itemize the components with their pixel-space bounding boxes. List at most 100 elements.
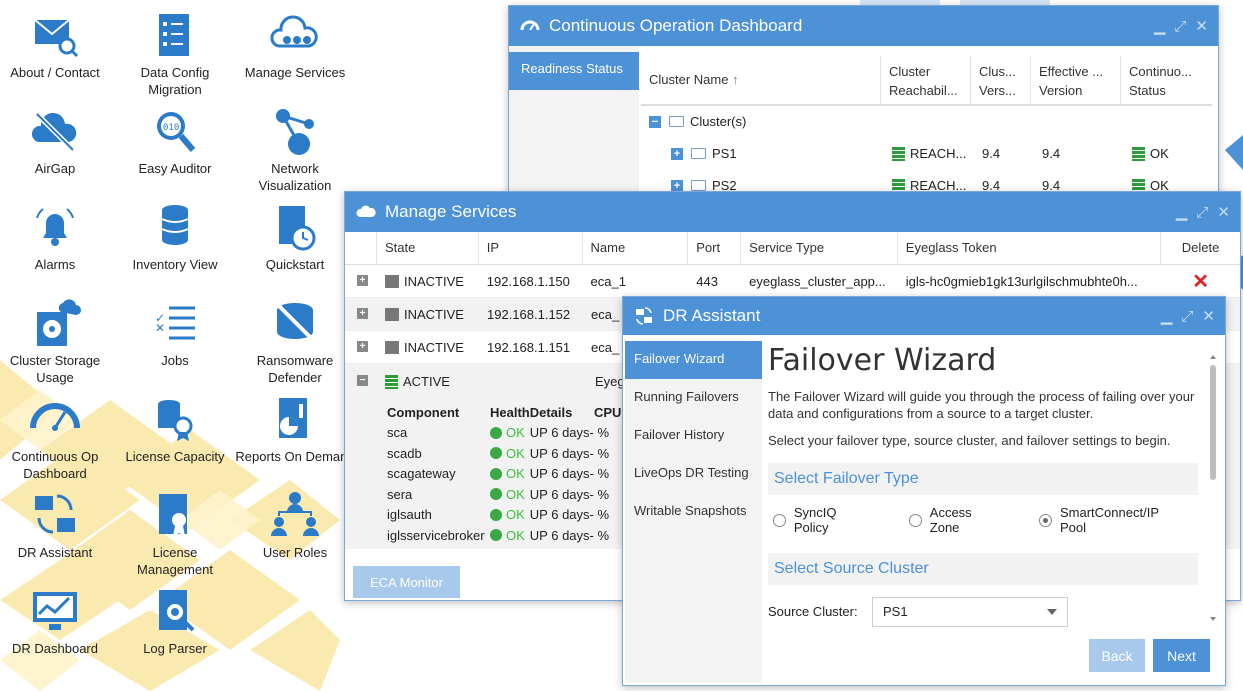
desktop-icon-dr-dashboard[interactable]: DR Dashboard bbox=[0, 586, 115, 657]
tab-readiness-status[interactable]: Readiness Status bbox=[509, 52, 639, 90]
desktop-icon-about-contact[interactable]: About / Contact bbox=[0, 10, 115, 81]
back-button[interactable]: Back bbox=[1089, 639, 1145, 672]
maximize-icon[interactable]: ⤢ bbox=[1174, 18, 1186, 35]
maximize-icon[interactable]: ⤢ bbox=[1196, 204, 1208, 221]
desktop-icon-ransomware-defender[interactable]: Ransomware Defender bbox=[235, 298, 355, 386]
maximize-icon[interactable]: ⤢ bbox=[1181, 308, 1193, 325]
component-header-label: Component bbox=[387, 404, 460, 420]
expand-icon[interactable]: + bbox=[671, 179, 683, 192]
desktop-icon-easy-auditor[interactable]: 010 Easy Auditor bbox=[115, 106, 235, 177]
component-row: iglsauth OK UP 6 days- % bbox=[387, 505, 621, 526]
expand-icon[interactable]: + bbox=[357, 307, 368, 319]
source-cluster-label: Source Cluster: bbox=[768, 604, 858, 619]
desktop-icon-airgap[interactable]: AirGap bbox=[0, 106, 115, 177]
desktop-icon-reports-on-demand[interactable]: Reports On Demand bbox=[235, 394, 355, 465]
scrollbar[interactable] bbox=[1209, 355, 1217, 625]
desktop-icon-manage-services[interactable]: Manage Services bbox=[235, 10, 355, 81]
col-ip[interactable]: IP bbox=[479, 232, 583, 264]
ms-title: Manage Services bbox=[385, 202, 517, 221]
desktop-icon-license-management[interactable]: License Management bbox=[115, 490, 235, 578]
dr-titlebar[interactable]: DR Assistant ▁ ⤢ ✕ bbox=[623, 297, 1225, 335]
desktop-icon-alarms[interactable]: Alarms bbox=[0, 202, 115, 273]
ip-value: 192.168.1.150 bbox=[486, 273, 570, 289]
col-cluster-version[interactable]: Clus... Vers... bbox=[971, 56, 1031, 104]
radio-synciq-policy[interactable]: SyncIQ Policy bbox=[773, 505, 874, 535]
intro-text: The Failover Wizard will guide you throu… bbox=[768, 389, 1195, 421]
minimize-icon[interactable]: ▁ bbox=[1176, 203, 1188, 221]
col-name[interactable]: Name bbox=[583, 232, 689, 264]
col-service-type[interactable]: Service Type bbox=[741, 232, 898, 264]
cod-titlebar[interactable]: Continuous Operation Dashboard ▁ ⤢ ✕ bbox=[509, 6, 1218, 46]
nav-failover-wizard[interactable]: Failover Wizard bbox=[625, 341, 762, 379]
ms-titlebar[interactable]: Manage Services ▁ ⤢ ✕ bbox=[345, 192, 1240, 232]
collapse-icon[interactable]: − bbox=[649, 115, 661, 128]
source-cluster-select[interactable]: PS1 bbox=[872, 597, 1068, 627]
desktop-icon-dr-assistant[interactable]: DR Assistant bbox=[0, 490, 115, 561]
col-eyeglass-token[interactable]: Eyeglass Token bbox=[898, 232, 1162, 264]
folder-icon bbox=[691, 148, 706, 159]
service-row[interactable]: + INACTIVE 192.168.1.150 eca_1 443 eyegl… bbox=[345, 265, 1240, 298]
health-ok: OK bbox=[506, 466, 525, 482]
desktop-icon-label: Jobs bbox=[161, 353, 189, 368]
desktop-icon-jobs[interactable]: ✓ ✕ Jobs bbox=[115, 298, 235, 369]
expand-icon[interactable]: + bbox=[671, 147, 683, 160]
minimize-icon[interactable]: ▁ bbox=[1154, 17, 1166, 35]
component-name: scadb bbox=[387, 445, 422, 461]
server-warning-icon bbox=[384, 274, 399, 288]
cluster-version-value: 9.4 bbox=[982, 146, 1001, 161]
reachability-value: REACH... bbox=[910, 146, 967, 161]
desktop-icon-quickstart[interactable]: Quickstart bbox=[235, 202, 355, 273]
tree-root[interactable]: − Cluster(s) bbox=[649, 114, 746, 129]
desktop-icon-network-visualization[interactable]: Network Visualization bbox=[235, 106, 355, 194]
tree-row-ps1[interactable]: + PS1 REACH... 9.4 9.4 OK bbox=[671, 146, 1218, 161]
radio-access-zone[interactable]: Access Zone bbox=[908, 505, 1004, 535]
close-icon[interactable]: ✕ bbox=[1217, 203, 1230, 221]
desktop-icon-continuous-op-dashboard[interactable]: Continuous Op Dashboard bbox=[0, 394, 115, 482]
col-cluster-name[interactable]: Cluster Name ↑ bbox=[641, 56, 881, 104]
expand-icon[interactable]: + bbox=[357, 274, 368, 286]
desktop-icon-data-config-migration[interactable]: Data Config Migration bbox=[115, 10, 235, 98]
col-reachability[interactable]: Cluster Reachabil... bbox=[881, 56, 971, 104]
desktop-icon-label: License Capacity bbox=[125, 449, 225, 464]
nav-liveops-dr-testing[interactable]: LiveOps DR Testing bbox=[625, 455, 762, 493]
next-button[interactable]: Next bbox=[1153, 639, 1210, 672]
desktop-icon-cluster-storage-usage[interactable]: Cluster Storage Usage bbox=[0, 298, 115, 386]
health-detail: UP 6 days- % bbox=[529, 527, 610, 543]
radio-smartconnect-ip-pool[interactable]: SmartConnect/IP Pool bbox=[1039, 505, 1187, 535]
col-continuous-status[interactable]: Continuo... Status bbox=[1121, 56, 1211, 104]
collapse-icon[interactable]: − bbox=[357, 375, 368, 386]
col-port[interactable]: Port bbox=[688, 232, 742, 264]
component-header: Component HealthDetails CPU bbox=[387, 402, 621, 423]
component-name: sera bbox=[387, 486, 413, 502]
document-clock-icon bbox=[279, 206, 316, 251]
server-status-icon bbox=[1132, 146, 1145, 161]
health-ok: OK bbox=[506, 527, 525, 543]
nav-writable-snapshots[interactable]: Writable Snapshots bbox=[625, 493, 762, 531]
cpu-header-label: CPU bbox=[594, 404, 622, 420]
close-icon[interactable]: ✕ bbox=[1202, 307, 1215, 325]
nav-running-failovers[interactable]: Running Failovers bbox=[625, 379, 762, 417]
health-ok: OK bbox=[506, 507, 525, 523]
minimize-icon[interactable]: ▁ bbox=[1161, 307, 1173, 325]
close-icon[interactable]: ✕ bbox=[1195, 17, 1208, 35]
col-delete[interactable]: Delete bbox=[1161, 232, 1240, 264]
col-effective-version[interactable]: Effective ... Version bbox=[1031, 56, 1121, 104]
col-state[interactable]: State bbox=[377, 232, 479, 264]
desktop-icon-label: About / Contact bbox=[10, 65, 100, 80]
desktop-icon-license-capacity[interactable]: License Capacity bbox=[115, 394, 235, 465]
expand-icon[interactable]: + bbox=[357, 340, 368, 352]
cloud-services-icon bbox=[356, 205, 376, 217]
desktop-icon-log-parser[interactable]: Log Parser bbox=[115, 586, 235, 657]
desktop-icon-inventory-view[interactable]: Inventory View bbox=[115, 202, 235, 273]
component-row: scagateway OK UP 6 days- % bbox=[387, 464, 621, 485]
delete-icon[interactable]: ✕ bbox=[1161, 269, 1240, 294]
database-stack-icon bbox=[161, 205, 189, 245]
desktop-icon-user-roles[interactable]: User Roles bbox=[235, 490, 355, 561]
server-warning-icon bbox=[385, 340, 399, 354]
nav-failover-history[interactable]: Failover History bbox=[625, 417, 762, 455]
cod-table-header: Cluster Name ↑ Cluster Reachabil... Clus… bbox=[641, 56, 1212, 106]
eca-monitor-button[interactable]: ECA Monitor bbox=[353, 566, 460, 598]
svg-text:010: 010 bbox=[163, 123, 179, 133]
desktop-icon-label: DR Assistant bbox=[17, 545, 93, 560]
user-hierarchy-icon bbox=[271, 492, 319, 536]
